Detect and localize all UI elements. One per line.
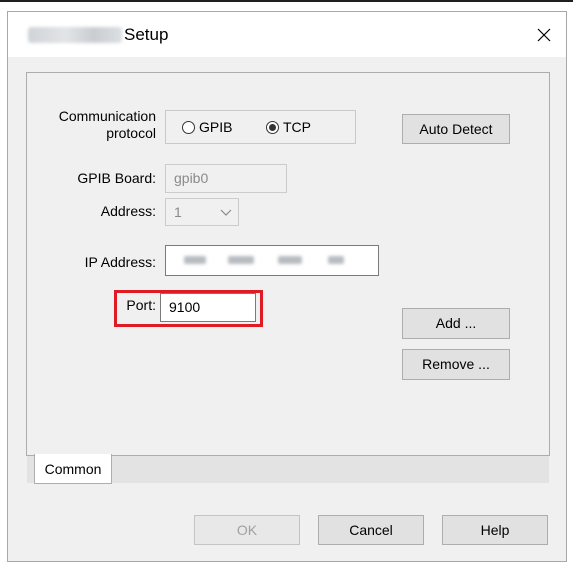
gpib-board-field: gpib0 — [165, 164, 287, 193]
help-button[interactable]: Help — [442, 515, 548, 545]
address-value: 1 — [174, 204, 182, 220]
gpib-board-label: GPIB Board: — [77, 170, 156, 186]
redacted-ip-segment — [328, 256, 344, 264]
redacted-app-name — [28, 27, 122, 43]
protocol-label-line1: Communication — [58, 108, 156, 124]
redacted-ip-segment — [184, 256, 206, 264]
ip-address-field[interactable] — [165, 245, 379, 276]
top-border — [0, 0, 573, 2]
address-select: 1 — [165, 198, 239, 226]
radio-gpib[interactable]: GPIB — [182, 119, 232, 135]
add-button[interactable]: Add ... — [402, 308, 510, 339]
radio-gpib-label: GPIB — [199, 119, 233, 135]
address-label: Address: — [100, 203, 156, 219]
radio-tcp-indicator — [266, 120, 279, 134]
redacted-ip-segment — [228, 256, 254, 264]
port-label: Port: — [126, 297, 156, 313]
protocol-radio-group: GPIB TCP — [165, 110, 356, 144]
close-button[interactable] — [522, 12, 566, 57]
title-bar: Setup — [8, 12, 566, 57]
port-field[interactable]: 9100 — [160, 293, 256, 322]
dialog-title: Setup — [124, 25, 169, 44]
setup-dialog: Setup Communication protocol GPIB TCP Au… — [7, 11, 567, 562]
remove-button[interactable]: Remove ... — [402, 349, 510, 380]
cancel-button[interactable]: Cancel — [318, 515, 424, 545]
auto-detect-button[interactable]: Auto Detect — [402, 114, 510, 144]
chevron-down-icon — [220, 209, 232, 216]
close-icon — [537, 28, 551, 41]
tab-common[interactable]: Common — [34, 454, 112, 484]
radio-tcp-label: TCP — [283, 119, 311, 135]
redacted-ip-segment — [278, 256, 302, 264]
radio-tcp[interactable]: TCP — [266, 119, 311, 135]
protocol-label-line2: protocol — [106, 125, 156, 141]
radio-gpib-indicator — [182, 120, 195, 134]
ip-address-label: IP Address: — [84, 254, 156, 270]
ok-button[interactable]: OK — [194, 515, 300, 545]
